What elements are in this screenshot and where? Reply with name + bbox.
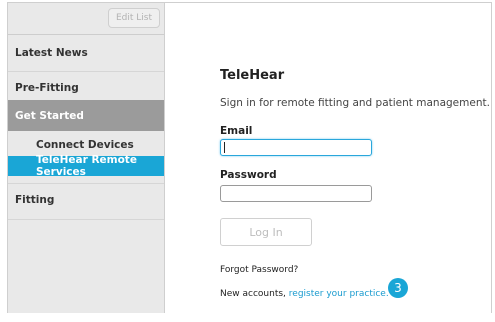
sidebar-divider — [8, 183, 164, 184]
new-accounts-prefix: New accounts, — [220, 289, 286, 299]
sidebar-divider — [8, 219, 164, 220]
sidebar-divider — [8, 34, 164, 35]
page-title: TeleHear — [220, 68, 285, 83]
sidebar-item-fitting[interactable]: Fitting — [8, 194, 164, 206]
forgot-password-link[interactable]: Forgot Password? — [220, 265, 298, 275]
page-subtitle: Sign in for remote fitting and patient m… — [220, 97, 490, 109]
sidebar-item-label: TeleHear Remote Services — [36, 154, 137, 178]
callout-badge: 3 — [388, 278, 408, 298]
sidebar-item-latest-news[interactable]: Latest News — [8, 47, 164, 59]
password-label: Password — [220, 169, 277, 181]
sidebar: Edit List Latest News Pre-Fitting Get St… — [8, 3, 165, 313]
password-field[interactable] — [220, 185, 372, 202]
sidebar-divider — [8, 71, 164, 72]
app-window: Edit List Latest News Pre-Fitting Get St… — [7, 2, 492, 313]
text-cursor — [224, 142, 225, 153]
register-practice-link[interactable]: register your practice. — [289, 289, 389, 299]
email-field[interactable] — [220, 139, 372, 156]
email-label: Email — [220, 125, 253, 137]
main-content: TeleHear Sign in for remote fitting and … — [165, 3, 491, 313]
sidebar-item-get-started[interactable]: Get Started — [8, 100, 164, 131]
sidebar-item-label: Get Started — [15, 109, 84, 122]
login-button[interactable]: Log In — [220, 218, 312, 246]
sidebar-item-connect-devices[interactable]: Connect Devices — [8, 139, 164, 151]
sidebar-item-telehear-remote-services[interactable]: TeleHear Remote Services — [8, 154, 164, 178]
sidebar-item-pre-fitting[interactable]: Pre-Fitting — [8, 82, 164, 94]
new-accounts-text: New accounts, register your practice. — [220, 289, 389, 299]
edit-list-button[interactable]: Edit List — [108, 8, 160, 28]
